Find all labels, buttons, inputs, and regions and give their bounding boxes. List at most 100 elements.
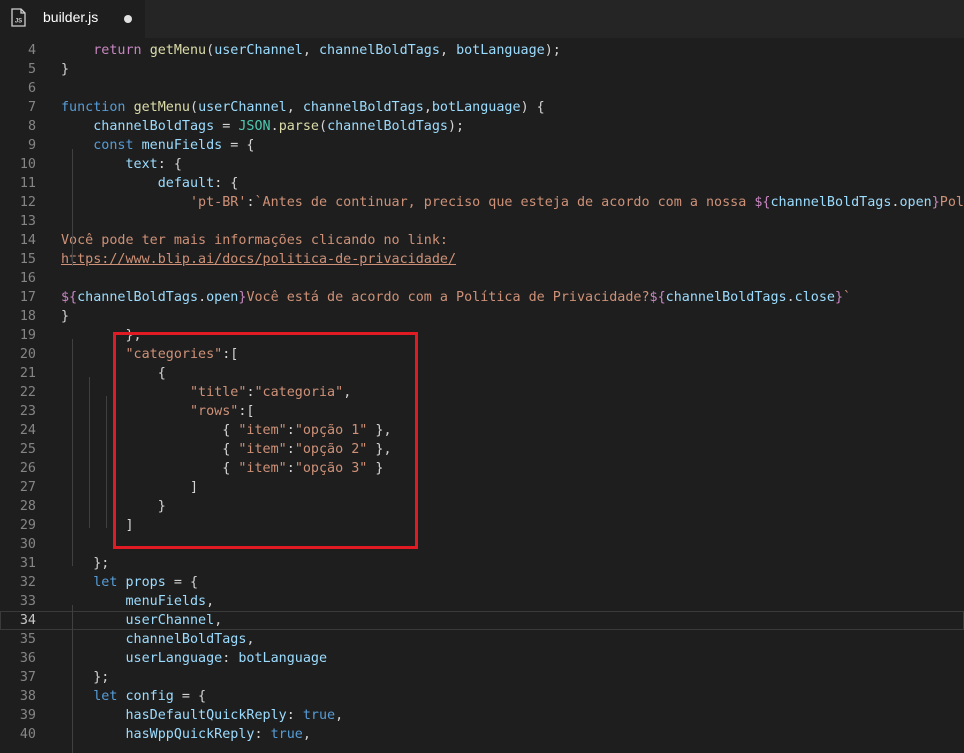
line-code: function getMenu(userChannel, channelBol…	[61, 98, 545, 117]
code-token: = {	[222, 138, 255, 153]
code-line[interactable]: 14 Você pode ter mais informações clicand…	[0, 231, 964, 250]
code-token: ,	[302, 727, 311, 742]
line-code: hasDefaultQuickReply: true,	[61, 706, 344, 725]
code-line[interactable]: 39 hasDefaultQuickReply: true,	[0, 706, 964, 725]
code-line[interactable]: 33 menuFields,	[0, 592, 964, 611]
line-code: return getMenu(userChannel, channelBoldT…	[61, 41, 561, 60]
code-token: run	[134, 38, 158, 39]
code-token: ,	[246, 632, 255, 647]
code-token: return	[93, 43, 150, 58]
line-number: 38	[19, 689, 36, 704]
code-line[interactable]: 32 let props = {	[0, 573, 964, 592]
code-token: default	[157, 176, 215, 191]
line-number: 12	[19, 195, 36, 210]
tab-builder-js[interactable]: JS builder.js	[0, 0, 145, 38]
line-code: hasWppQuickReply: true,	[61, 725, 311, 744]
code-token: close	[794, 290, 835, 305]
code-line[interactable]: 40 hasWppQuickReply: true,	[0, 725, 964, 744]
code-line[interactable]: 34 userChannel,	[0, 611, 964, 630]
code-token: (	[319, 119, 328, 134]
code-token: Você pode ter mais informações clicando …	[61, 233, 448, 248]
line-code: userChannel,	[61, 611, 223, 630]
line-number: 40	[19, 727, 36, 742]
code-token: );	[544, 43, 561, 58]
code-token: channelBoldTags	[302, 100, 424, 115]
line-number: 37	[19, 670, 36, 685]
unsaved-dot-icon[interactable]	[124, 15, 132, 23]
line-number: 24	[19, 423, 36, 438]
code-token: `	[843, 290, 852, 305]
code-line[interactable]: 12 'pt-BR':`Antes de continuar, preciso …	[0, 193, 964, 212]
code-line[interactable]: 4 return getMenu(userChannel, channelBol…	[0, 41, 964, 60]
code-line[interactable]: 5}	[0, 60, 964, 79]
code-line[interactable]: 31 };	[0, 554, 964, 573]
code-token: ,	[255, 38, 271, 39]
code-token: ,	[286, 100, 303, 115]
code-token: text	[125, 157, 158, 172]
code-line[interactable]: 15 https://www.blip.ai/docs/politica-de-p…	[0, 250, 964, 269]
code-token: true	[302, 708, 336, 723]
code-token: userChannel	[166, 38, 255, 39]
code-editor[interactable]: 3function run(userChannel, channelBoldTa…	[0, 38, 964, 753]
line-number: 33	[19, 594, 36, 609]
line-number: 11	[19, 176, 36, 191]
code-token: ,	[302, 43, 319, 58]
line-number: 27	[19, 480, 36, 495]
code-token: channelBoldTags	[93, 119, 215, 134]
line-number: 34	[19, 613, 36, 628]
code-token: ,	[335, 708, 344, 723]
code-token: botLanguage	[456, 43, 545, 58]
line-code: };	[61, 554, 109, 573]
code-token: (	[158, 38, 166, 39]
line-number: 28	[19, 499, 36, 514]
line-number: 25	[19, 442, 36, 457]
line-number: 20	[19, 347, 36, 362]
code-line[interactable]: 35 channelBoldTags,	[0, 630, 964, 649]
code-line[interactable]: 10 text: {	[0, 155, 964, 174]
code-line[interactable]: 11 default: {	[0, 174, 964, 193]
code-token: channelBoldTags	[77, 290, 199, 305]
line-code: menuFields,	[61, 592, 215, 611]
line-number: 14	[19, 233, 36, 248]
code-token: function	[61, 38, 134, 39]
code-token: :	[246, 195, 255, 210]
code-line[interactable]: 7 function getMenu(userChannel, channelBo…	[0, 98, 964, 117]
code-line[interactable]: 18}	[0, 307, 964, 326]
code-token: :	[254, 727, 271, 742]
line-number: 19	[19, 328, 36, 343]
line-code: channelBoldTags = JSON.parse(channelBold…	[61, 117, 464, 136]
code-token: ) {	[520, 100, 545, 115]
code-line[interactable]: 9 const menuFields = {	[0, 136, 964, 155]
code-line[interactable]: 37 };	[0, 668, 964, 687]
code-token: const	[93, 138, 142, 153]
line-number: 31	[19, 556, 36, 571]
code-line[interactable]: 36 userLanguage: botLanguage	[0, 649, 964, 668]
code-token: channelBoldTags	[770, 195, 892, 210]
code-token: = {	[165, 575, 199, 590]
code-token: channelBoldTags	[319, 43, 440, 58]
line-number: 13	[19, 214, 36, 229]
code-token: 'pt-BR'	[190, 195, 247, 210]
code-token: ,	[392, 38, 408, 39]
code-token: botLanguage	[238, 651, 328, 666]
code-line[interactable]: 17 ${channelBoldTags.open}Você está de ac…	[0, 288, 964, 307]
code-token: :	[222, 651, 239, 666]
code-token: ${	[61, 290, 78, 305]
line-code: let config = {	[61, 687, 206, 706]
line-code: https://www.blip.ai/docs/politica-de-pri…	[61, 250, 456, 269]
line-number: 18	[19, 309, 36, 324]
code-token: }	[931, 195, 940, 210]
tab-bar: JS builder.js	[0, 0, 964, 38]
code-line[interactable]: 8 channelBoldTags = JSON.parse(channelBo…	[0, 117, 964, 136]
code-token: `Antes de continuar, preciso que esteja …	[254, 195, 755, 210]
code-line[interactable]: 6	[0, 79, 964, 98]
code-line[interactable]: 38 let config = {	[0, 687, 964, 706]
code-line[interactable]: 13	[0, 212, 964, 231]
line-number: 29	[19, 518, 36, 533]
code-line[interactable]: 16	[0, 269, 964, 288]
line-code: }	[61, 307, 69, 326]
